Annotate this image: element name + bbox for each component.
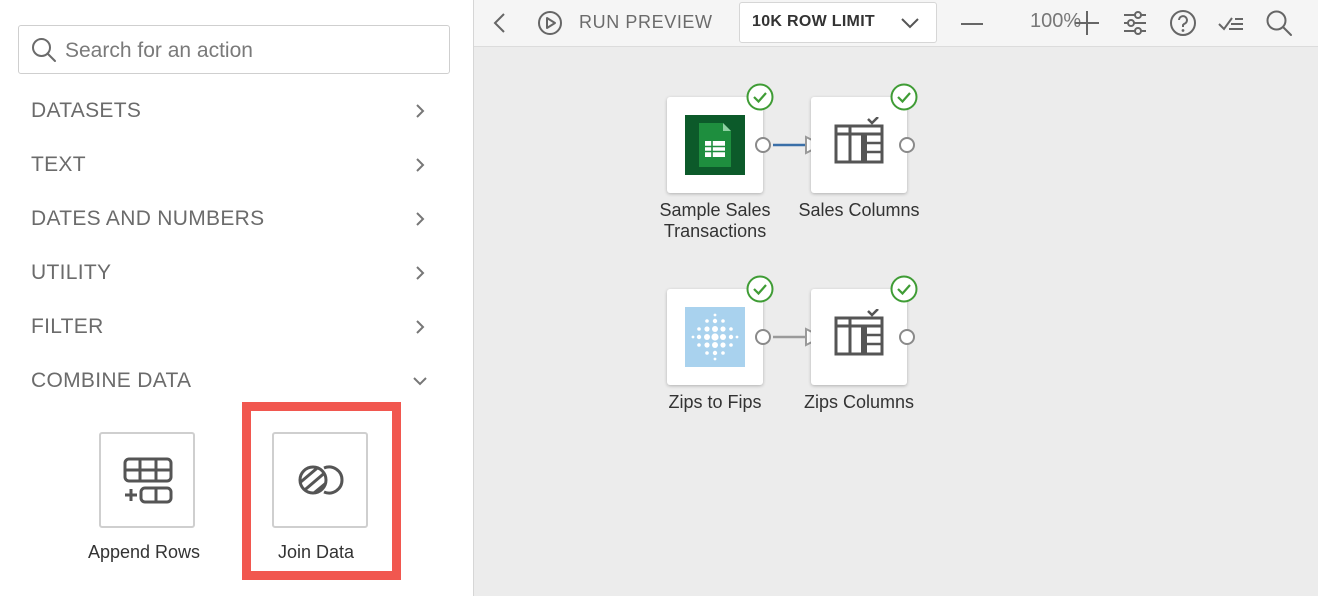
search-icon	[32, 38, 56, 62]
chevron-right-icon	[416, 320, 425, 334]
dataset-dots-icon	[685, 307, 745, 367]
output-port[interactable]	[755, 329, 771, 345]
success-check-icon	[746, 83, 774, 111]
action-sidebar: DATASETS TEXT DATES AND NUMBERS UTILITY …	[0, 0, 474, 596]
category-label: COMBINE DATA	[31, 369, 192, 392]
search-input[interactable]	[63, 34, 437, 68]
chevron-right-icon	[416, 212, 425, 226]
category-text[interactable]: TEXT	[0, 140, 474, 194]
play-icon[interactable]	[537, 10, 563, 36]
node-label: Zips Columns	[803, 392, 915, 412]
category-label: UTILITY	[31, 261, 112, 284]
node-zips-columns[interactable]	[811, 289, 907, 385]
category-datasets[interactable]: DATASETS	[0, 86, 474, 140]
output-port[interactable]	[899, 329, 915, 345]
success-check-icon	[746, 275, 774, 303]
back-icon[interactable]	[490, 11, 510, 35]
select-columns-icon	[834, 309, 884, 356]
category-filter[interactable]: FILTER	[0, 302, 474, 356]
run-preview-button[interactable]: RUN PREVIEW	[579, 12, 713, 33]
select-columns-icon	[834, 117, 884, 164]
append-rows-label: Append Rows	[87, 542, 201, 562]
node-zips-to-fips[interactable]	[667, 289, 763, 385]
search-box[interactable]	[18, 25, 450, 74]
category-dates-and-numbers[interactable]: DATES AND NUMBERS	[0, 194, 474, 248]
node-sales-columns[interactable]	[811, 97, 907, 193]
append-rows-icon	[123, 457, 173, 504]
category-utility[interactable]: UTILITY	[0, 248, 474, 302]
output-port[interactable]	[899, 137, 915, 153]
node-label: Sales Columns	[798, 200, 920, 220]
category-label: DATES AND NUMBERS	[31, 207, 265, 230]
category-label: DATASETS	[31, 99, 142, 122]
chevron-down-icon	[901, 18, 919, 29]
checklist-icon[interactable]	[1217, 10, 1245, 36]
join-data-highlight	[242, 402, 401, 580]
chevron-right-icon	[416, 266, 425, 280]
node-label: Sample Sales Transactions	[659, 200, 771, 241]
category-label: TEXT	[31, 153, 86, 176]
chevron-right-icon	[416, 104, 425, 118]
help-icon[interactable]	[1169, 9, 1197, 37]
node-sample-sales-transactions[interactable]	[667, 97, 763, 193]
category-combine-data[interactable]: COMBINE DATA	[0, 356, 474, 410]
success-check-icon	[890, 275, 918, 303]
row-limit-value: 10K ROW LIMIT	[752, 13, 876, 30]
settings-sliders-icon[interactable]	[1122, 10, 1148, 36]
google-sheets-icon	[685, 115, 745, 175]
output-port[interactable]	[755, 137, 771, 153]
success-check-icon	[890, 83, 918, 111]
row-limit-select[interactable]: 10K ROW LIMIT	[739, 2, 937, 43]
zoom-out-icon[interactable]	[960, 12, 984, 36]
zoom-in-icon[interactable]	[1074, 10, 1100, 36]
category-label: FILTER	[31, 315, 104, 338]
node-label: Zips to Fips	[668, 392, 762, 412]
flow-canvas[interactable]: Sample Sales Transactions Sales Columns	[474, 47, 1318, 596]
chevron-down-icon	[413, 377, 427, 386]
search-icon[interactable]	[1265, 9, 1293, 37]
append-rows-tile[interactable]	[99, 432, 195, 528]
chevron-right-icon	[416, 158, 425, 172]
top-toolbar: RUN PREVIEW 10K ROW LIMIT 100%	[474, 0, 1318, 47]
